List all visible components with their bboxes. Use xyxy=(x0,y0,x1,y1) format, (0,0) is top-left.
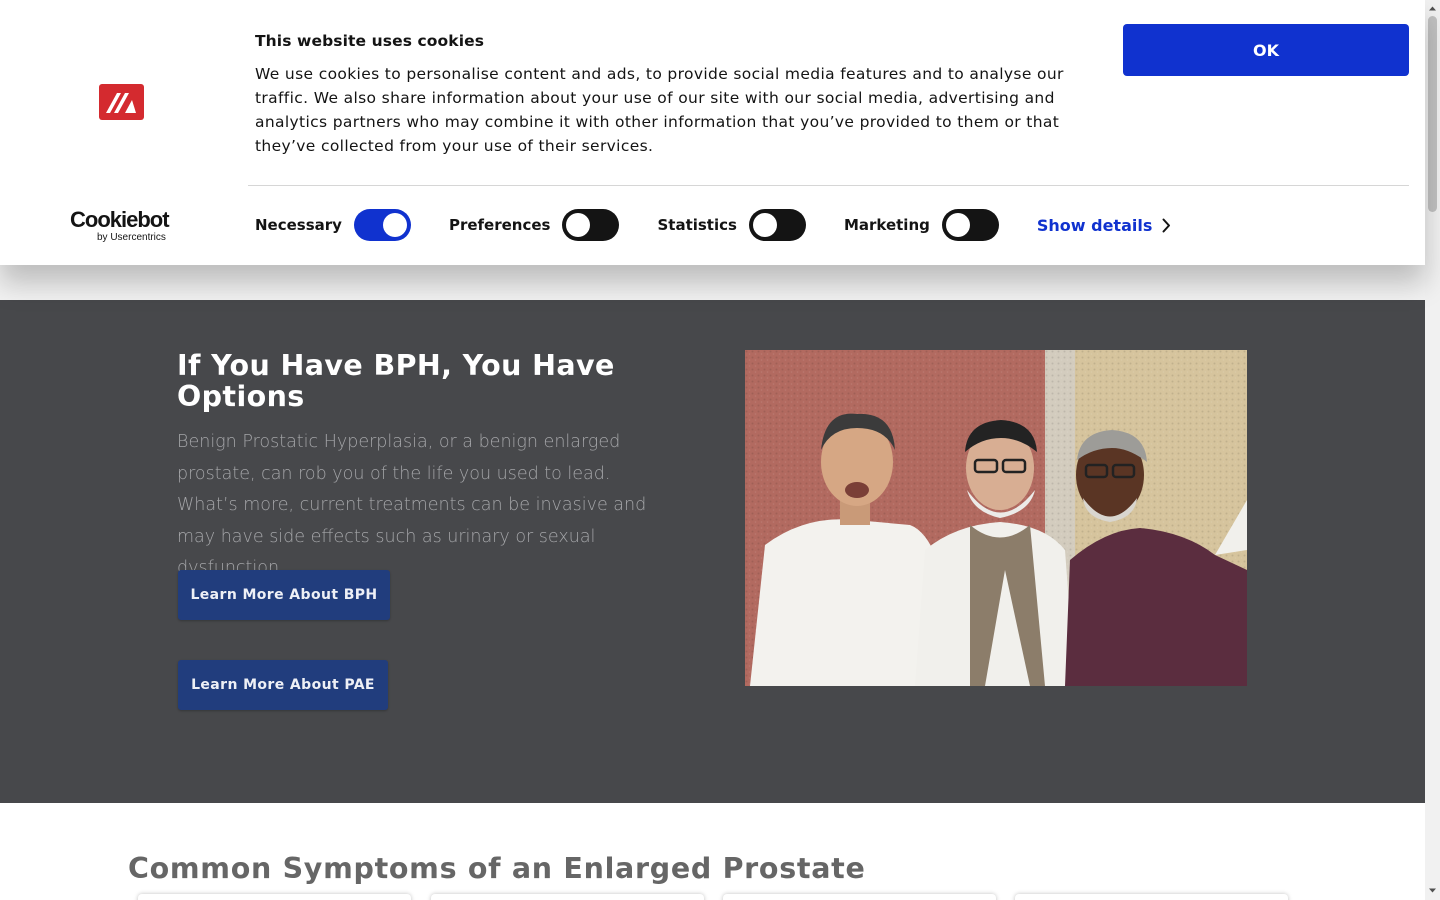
symptoms-heading: Common Symptoms of an Enlarged Prostate xyxy=(128,852,866,885)
scroll-down-arrow-icon[interactable] xyxy=(1428,886,1437,895)
scrollbar-thumb[interactable] xyxy=(1428,16,1437,212)
consent-statistics-label: Statistics xyxy=(657,216,737,234)
consent-preferences: Preferences xyxy=(449,209,620,241)
consent-marketing-label: Marketing xyxy=(843,216,930,234)
hero-section: If You Have BPH, You Have Options Benign… xyxy=(0,300,1425,803)
consent-toggles: Necessary Preferences Statistics Marketi… xyxy=(255,208,1171,242)
symptom-card[interactable] xyxy=(1015,894,1288,900)
cookiebot-brand: Cookiebot xyxy=(70,207,170,232)
symptom-card[interactable] xyxy=(723,894,996,900)
statistics-toggle[interactable] xyxy=(748,209,806,241)
cookiebot-brand-sub: by Usercentrics xyxy=(97,232,166,243)
ok-button[interactable]: OK xyxy=(1123,24,1409,76)
marketing-toggle[interactable] xyxy=(941,209,999,241)
site-logo-icon xyxy=(99,84,144,120)
scroll-up-arrow-icon[interactable] xyxy=(1428,4,1437,13)
chevron-right-icon xyxy=(1162,218,1171,232)
banner-shadow-strip xyxy=(0,265,1425,300)
hero-title: If You Have BPH, You Have Options xyxy=(177,349,615,413)
necessary-toggle[interactable] xyxy=(353,209,411,241)
cookie-banner-text: We use cookies to personalise content an… xyxy=(255,65,1064,155)
cookie-consent-banner: This website uses cookies We use cookies… xyxy=(0,0,1425,265)
toggle-knob xyxy=(752,213,777,237)
cookiebot-logo: Cookiebot by Usercentrics xyxy=(70,207,176,244)
symptom-card[interactable] xyxy=(431,894,704,900)
page-scrollbar[interactable] xyxy=(1425,0,1440,900)
consent-marketing: Marketing xyxy=(844,209,999,241)
show-details-link[interactable]: Show details xyxy=(1037,216,1172,235)
learn-more-pae-button[interactable]: Learn More About PAE xyxy=(178,660,388,710)
learn-more-bph-button[interactable]: Learn More About BPH xyxy=(178,570,390,620)
cookie-banner-divider xyxy=(248,185,1409,186)
consent-preferences-label: Preferences xyxy=(448,216,551,234)
hero-photo xyxy=(745,350,1247,686)
consent-necessary: Necessary xyxy=(255,209,411,241)
consent-statistics: Statistics xyxy=(657,209,806,241)
hero-text: Benign Prostatic Hyperplasia, or a benig… xyxy=(177,432,647,578)
show-details-label: Show details xyxy=(1036,215,1153,235)
consent-necessary-label: Necessary xyxy=(255,216,342,234)
toggle-knob xyxy=(382,213,407,237)
preferences-toggle[interactable] xyxy=(562,209,620,241)
toggle-knob xyxy=(566,213,591,237)
toggle-knob xyxy=(945,213,970,237)
symptom-card[interactable] xyxy=(138,894,411,900)
cookie-banner-title: This website uses cookies xyxy=(255,32,485,50)
